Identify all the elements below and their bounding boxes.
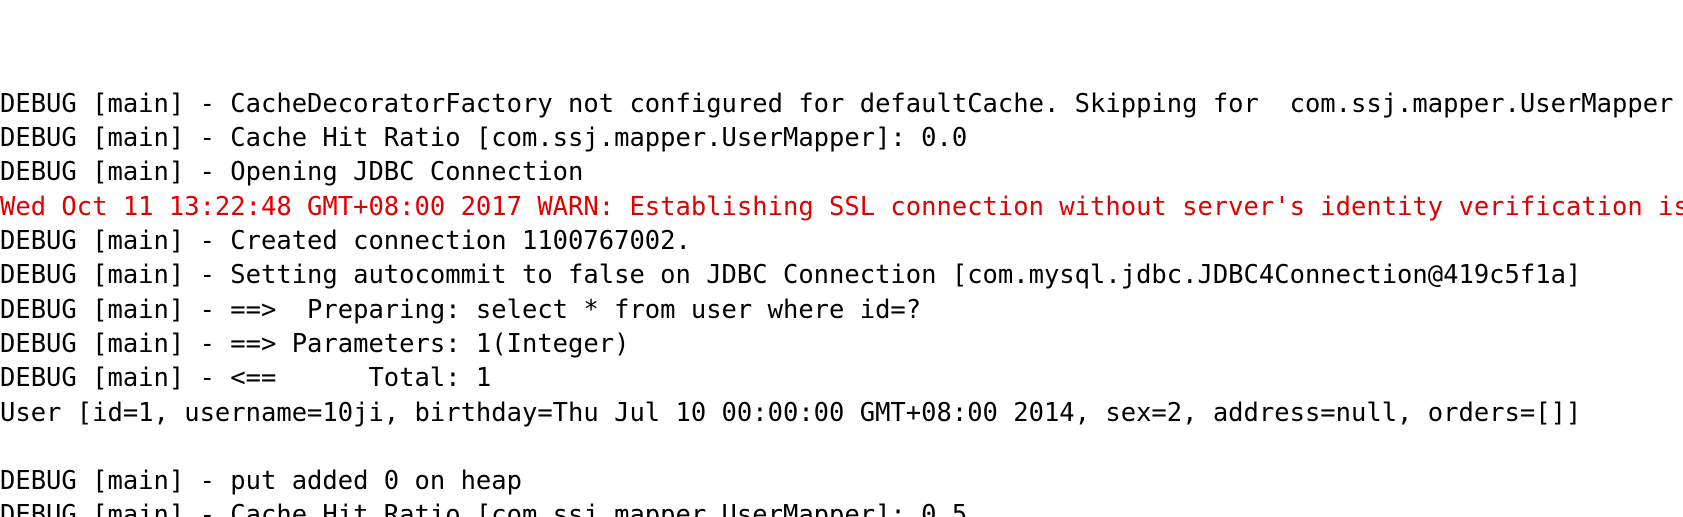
console-log-line: DEBUG [main] - CacheDecoratorFactory not… xyxy=(0,88,1674,119)
console-log-line: DEBUG [main] - ==> Parameters: 1(Integer… xyxy=(0,328,630,359)
console-output-text[interactable]: DEBUG [main] - CacheDecoratorFactory not… xyxy=(0,0,1683,517)
console-panel[interactable]: DEBUG [main] - CacheDecoratorFactory not… xyxy=(0,0,1683,517)
console-log-line: DEBUG [main] - Cache Hit Ratio [com.ssj.… xyxy=(0,123,968,154)
console-log-line: User [id=1, username=10ji, birthday=Thu … xyxy=(0,397,1582,428)
console-log-line: DEBUG [main] - <== Total: 1 xyxy=(0,363,492,394)
console-log-line: DEBUG [main] - Created connection 110076… xyxy=(0,226,691,257)
console-log-line: DEBUG [main] - ==> Preparing: select * f… xyxy=(0,294,922,325)
console-log-line xyxy=(0,430,1683,464)
console-log-line: DEBUG [main] - Cache Hit Ratio [com.ssj.… xyxy=(0,500,968,517)
console-log-line: DEBUG [main] - put added 0 on heap xyxy=(0,466,522,497)
console-log-line: Wed Oct 11 13:22:48 GMT+08:00 2017 WARN:… xyxy=(0,191,1683,222)
console-log-line: DEBUG [main] - Setting autocommit to fal… xyxy=(0,260,1582,291)
console-log-line: DEBUG [main] - Opening JDBC Connection xyxy=(0,157,584,188)
